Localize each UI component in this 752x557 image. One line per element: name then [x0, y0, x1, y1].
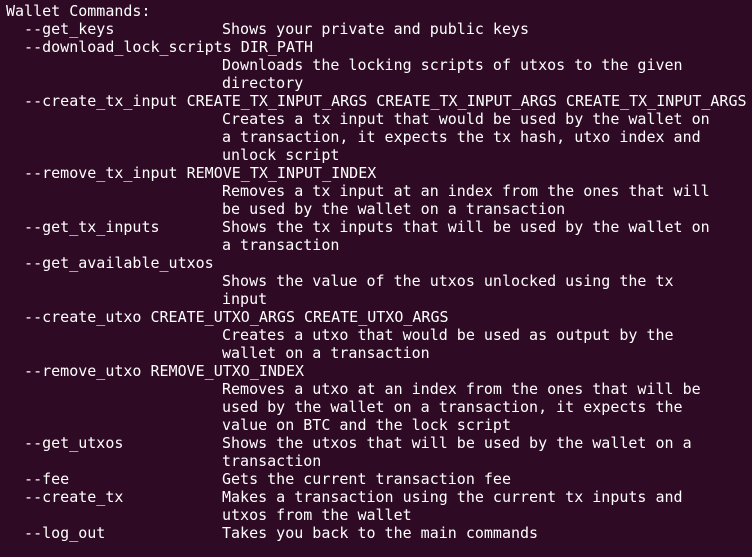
- command-description: Downloads the locking scripts of utxos t…: [222, 56, 683, 74]
- command-description: Creates a tx input that would be used by…: [222, 110, 710, 128]
- command-description: value on BTC and the lock script: [222, 416, 511, 434]
- terminal-window[interactable]: Wallet Commands: --get_keys Shows your pr…: [0, 0, 752, 557]
- command-flag: --download_lock_scripts DIR_PATH: [6, 38, 314, 56]
- command-description: wallet on a transaction: [222, 344, 430, 362]
- command-description: Removes a utxo at an index from the ones…: [222, 380, 701, 398]
- command-description: Shows the tx inputs that will be used by…: [222, 218, 710, 236]
- command-description: transaction: [222, 452, 322, 470]
- command-description: utxos from the wallet: [222, 506, 412, 524]
- command-description: Shows the value of the utxos unlocked us…: [222, 272, 674, 290]
- command-description: a transaction, it expects the tx hash, u…: [222, 128, 701, 146]
- command-flag: --get_available_utxos: [6, 254, 214, 272]
- command-description: Makes a transaction using the current tx…: [222, 488, 683, 506]
- terminal-heading: Wallet Commands:: [6, 2, 151, 20]
- command-flag: --remove_utxo REMOVE_UTXO_INDEX: [6, 362, 305, 380]
- command-description: be used by the wallet on a transaction: [222, 200, 566, 218]
- command-description: Gets the current transaction fee: [222, 470, 511, 488]
- command-description: a transaction: [222, 236, 340, 254]
- command-description: Takes you back to the main commands: [222, 524, 539, 542]
- command-flag: --fee: [6, 470, 70, 488]
- command-description: Removes a tx input at an index from the …: [222, 182, 710, 200]
- command-flag: --create_tx: [6, 488, 124, 506]
- command-flag: --get_tx_inputs: [6, 218, 160, 236]
- command-description: Creates a utxo that would be used as out…: [222, 326, 674, 344]
- command-description: used by the wallet on a transaction, it …: [222, 398, 683, 416]
- command-description: input: [222, 290, 268, 308]
- command-flag: --create_utxo CREATE_UTXO_ARGS CREATE_UT…: [6, 308, 449, 326]
- command-description: Shows your private and public keys: [222, 20, 530, 38]
- command-description: Shows the utxos that will be used by the…: [222, 434, 692, 452]
- command-flag: --log_out: [6, 524, 106, 542]
- command-flag: --remove_tx_input REMOVE_TX_INPUT_INDEX: [6, 164, 377, 182]
- command-description: unlock script: [222, 146, 340, 164]
- command-flag: --get_keys: [6, 20, 115, 38]
- command-flag: --create_tx_input CREATE_TX_INPUT_ARGS C…: [6, 92, 747, 110]
- command-description: directory: [222, 74, 304, 92]
- command-flag: --get_utxos: [6, 434, 124, 452]
